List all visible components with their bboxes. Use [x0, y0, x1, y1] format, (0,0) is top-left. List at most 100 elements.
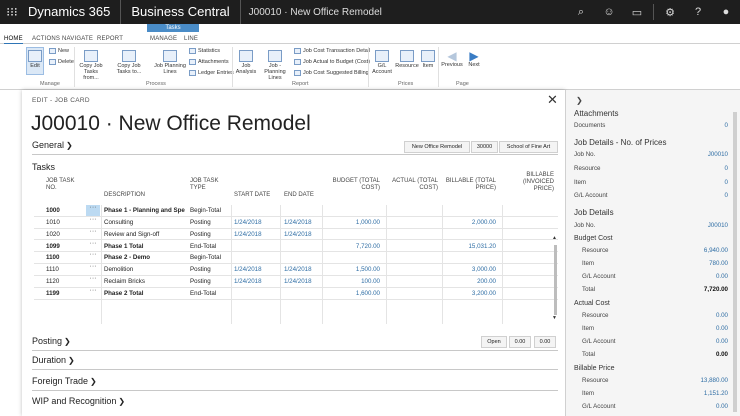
prices-resource-button[interactable]: Resource	[395, 50, 419, 69]
table-row[interactable]: ··· 1110 Demolition Posting 1/24/2018 1/24/20…	[34, 263, 558, 277]
row-actions-icon[interactable]: ···	[86, 287, 100, 299]
table-row[interactable]: ··· 1020 Review and Sign-off Posting 1/24/20…	[34, 228, 558, 241]
tab-manage[interactable]: MANAGE	[150, 36, 177, 42]
copy-to-button[interactable]: Copy Job Tasks to...	[116, 50, 142, 75]
cell-type[interactable]: Begin-Total	[190, 254, 230, 261]
price-resource-value[interactable]: 13,880.00	[700, 377, 728, 384]
col-header-invoiced[interactable]: BILLABLE (INVOICED PRICE)	[504, 172, 554, 193]
factbox-scrollbar[interactable]	[733, 112, 737, 412]
scroll-up-icon[interactable]: ▲	[552, 235, 557, 241]
table-row[interactable]: ··· 1199 Phase 2 Total End-Total 1,600.00 3,2…	[34, 287, 558, 300]
budget-resource-value[interactable]: 6,940.00	[704, 247, 728, 254]
cell-no[interactable]: 1000	[46, 207, 82, 214]
collapse-factbox-icon[interactable]: ❯	[576, 96, 583, 105]
cell-desc[interactable]: Demolition	[104, 266, 188, 273]
cell-start[interactable]: 1/24/2018	[234, 266, 280, 273]
duration-fasttab[interactable]: Duration ❯	[32, 355, 75, 365]
row-actions-icon[interactable]: ···	[86, 240, 100, 252]
tab-navigate[interactable]: NAVIGATE	[62, 36, 93, 42]
cell-no[interactable]: 1010	[46, 219, 82, 226]
col-header-end[interactable]: END DATE	[284, 192, 314, 199]
cell-billable[interactable]: 3,000.00	[444, 266, 496, 273]
table-row[interactable]: ··· 1010 Consulting Posting 1/24/2018 1/24/20…	[34, 216, 558, 229]
cell-no[interactable]: 1100	[46, 254, 82, 261]
table-row[interactable]: ··· 1099 Phase 1 Total End-Total 7,720.00 15,…	[34, 240, 558, 253]
attachments-button[interactable]: Attachments	[189, 59, 229, 65]
cell-desc[interactable]: Phase 2 - Demo	[104, 254, 188, 261]
search-icon[interactable]: ⌕	[567, 0, 595, 24]
cell-billable[interactable]: 2,000.00	[444, 219, 496, 226]
cell-billable[interactable]: 15,031.20	[444, 243, 496, 250]
cell-type[interactable]: Posting	[190, 219, 230, 226]
cell-budget[interactable]: 100.00	[324, 278, 380, 285]
cell-type[interactable]: End-Total	[190, 243, 230, 250]
col-header-billable[interactable]: BILLABLE (TOTAL PRICE)	[444, 178, 496, 192]
col-header-start[interactable]: START DATE	[234, 192, 270, 199]
gear-icon[interactable]: ⚙	[656, 0, 684, 24]
row-actions-icon[interactable]: ···	[86, 204, 100, 216]
ledger-entries-button[interactable]: Ledger Entries	[189, 70, 234, 76]
copy-from-button[interactable]: Copy Job Tasks from...	[78, 50, 104, 81]
col-header-no[interactable]: JOB TASK NO.	[46, 178, 82, 192]
cell-desc[interactable]: Phase 1 - Planning and Spe	[104, 207, 188, 214]
budget-item-value[interactable]: 780.00	[709, 260, 728, 267]
cell-desc[interactable]: Phase 2 Total	[104, 290, 188, 297]
col-header-actual[interactable]: ACTUAL (TOTAL COST)	[386, 178, 438, 192]
tab-report[interactable]: REPORT	[97, 36, 123, 42]
job-planning-lines-report-button[interactable]: Job - Planning Lines	[260, 50, 290, 81]
table-scrollbar[interactable]: ▲ ▼	[552, 235, 558, 324]
cell-desc[interactable]: Consulting	[104, 219, 188, 226]
row-actions-icon[interactable]: ···	[86, 228, 100, 240]
cell-type[interactable]: End-Total	[190, 290, 230, 297]
suggested-billing-button[interactable]: Job Cost Suggested Billing	[294, 70, 369, 76]
details-job-no-value[interactable]: J00010	[708, 222, 728, 229]
cell-budget[interactable]: 1,000.00	[324, 219, 380, 226]
cell-no[interactable]: 1120	[46, 278, 82, 285]
price-item-value[interactable]: 1,151.20	[704, 390, 728, 397]
row-actions-icon[interactable]: ···	[86, 251, 100, 263]
cell-start[interactable]: 1/24/2018	[234, 219, 280, 226]
cell-start[interactable]: 1/24/2018	[234, 231, 280, 238]
cell-no[interactable]: 1199	[46, 290, 82, 297]
app-name[interactable]: Business Central	[121, 0, 241, 24]
scroll-thumb[interactable]	[554, 245, 557, 315]
actual-item-value[interactable]: 0.00	[716, 325, 728, 332]
actual-gl-value[interactable]: 0.00	[716, 338, 728, 345]
col-header-type[interactable]: JOB TASK TYPE	[190, 178, 230, 192]
table-row[interactable]: ··· 1000 Phase 1 - Planning and Spe Begin-T…	[34, 204, 558, 217]
cell-desc[interactable]: Phase 1 Total	[104, 243, 188, 250]
budget-gl-value[interactable]: 0.00	[716, 273, 728, 280]
general-fasttab[interactable]: General ❯	[32, 140, 73, 150]
previous-button[interactable]: ◀ Previous	[441, 50, 463, 68]
cell-billable[interactable]: 200.00	[444, 278, 496, 285]
cell-no[interactable]: 1099	[46, 243, 82, 250]
edit-button[interactable]: Edit	[28, 50, 42, 69]
cell-billable[interactable]: 3,200.00	[444, 290, 496, 297]
table-row[interactable]: ··· 1100 Phase 2 - Demo Begin-Total	[34, 251, 558, 265]
prices-job-no-value[interactable]: J00010	[708, 151, 728, 158]
cell-no[interactable]: 1110	[46, 266, 82, 273]
tab-actions[interactable]: ACTIONS	[32, 36, 60, 42]
row-actions-icon[interactable]: ···	[86, 275, 100, 287]
row-actions-icon[interactable]: ···	[86, 216, 100, 228]
cell-type[interactable]: Begin-Total	[190, 207, 230, 214]
cell-start[interactable]: 1/24/2018	[234, 278, 280, 285]
cost-detail-button[interactable]: Job Cost Transaction Detail	[294, 48, 370, 54]
planning-lines-button[interactable]: Job Planning Lines	[153, 50, 187, 75]
cell-type[interactable]: Posting	[190, 231, 230, 238]
col-header-budget[interactable]: BUDGET (TOTAL COST)	[324, 178, 380, 192]
wip-fasttab[interactable]: WIP and Recognition ❯	[32, 396, 125, 406]
documents-value[interactable]: 0	[725, 122, 728, 129]
col-header-description[interactable]: DESCRIPTION	[104, 192, 145, 199]
product-name[interactable]: Dynamics 365	[24, 0, 122, 24]
actual-to-budget-button[interactable]: Job Actual to Budget (Cost)	[294, 59, 370, 65]
cell-type[interactable]: Posting	[190, 278, 230, 285]
help-icon[interactable]: ?	[684, 0, 712, 24]
table-row[interactable]: ··· 1120 Reclaim Bricks Posting 1/24/2018 1/2…	[34, 275, 558, 288]
next-button[interactable]: ▶ Next	[465, 50, 483, 68]
prices-item-button[interactable]: Item	[420, 50, 436, 69]
cell-desc[interactable]: Review and Sign-off	[104, 231, 188, 238]
tab-home[interactable]: HOME	[4, 36, 23, 44]
prices-gl-account-button[interactable]: G/L Account	[370, 50, 394, 75]
avatar[interactable]: ●	[712, 0, 740, 24]
